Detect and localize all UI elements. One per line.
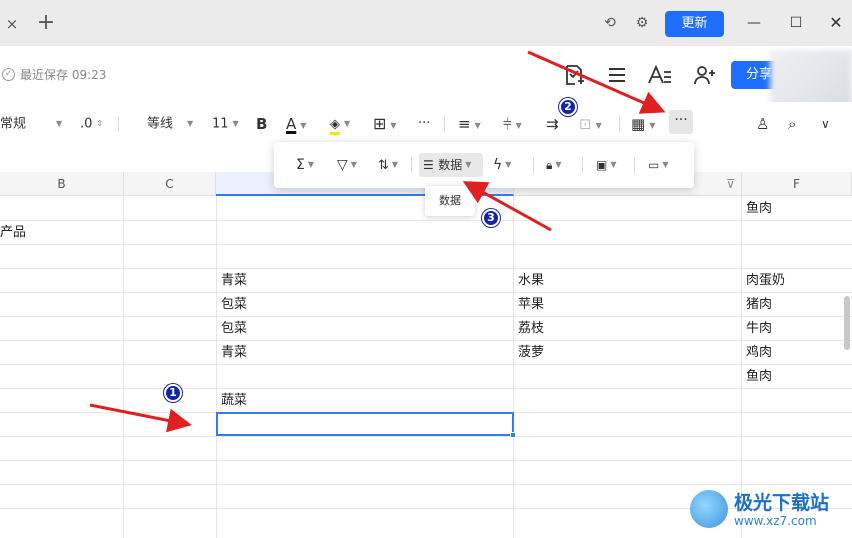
watermark: 极光下载站 www.xz7.com [690,486,850,536]
watermark-url: www.xz7.com [734,514,817,528]
annotation-arrows [89,50,666,433]
arrow-1 [89,403,192,433]
step-marker-2: 2 [559,98,577,116]
step-marker-3: 3 [482,209,500,227]
step-marker-1: 1 [164,384,182,402]
arrow-3 [462,181,552,232]
arrow-2 [527,50,666,114]
watermark-logo-icon [690,490,728,528]
watermark-title: 极光下载站 [734,492,830,514]
